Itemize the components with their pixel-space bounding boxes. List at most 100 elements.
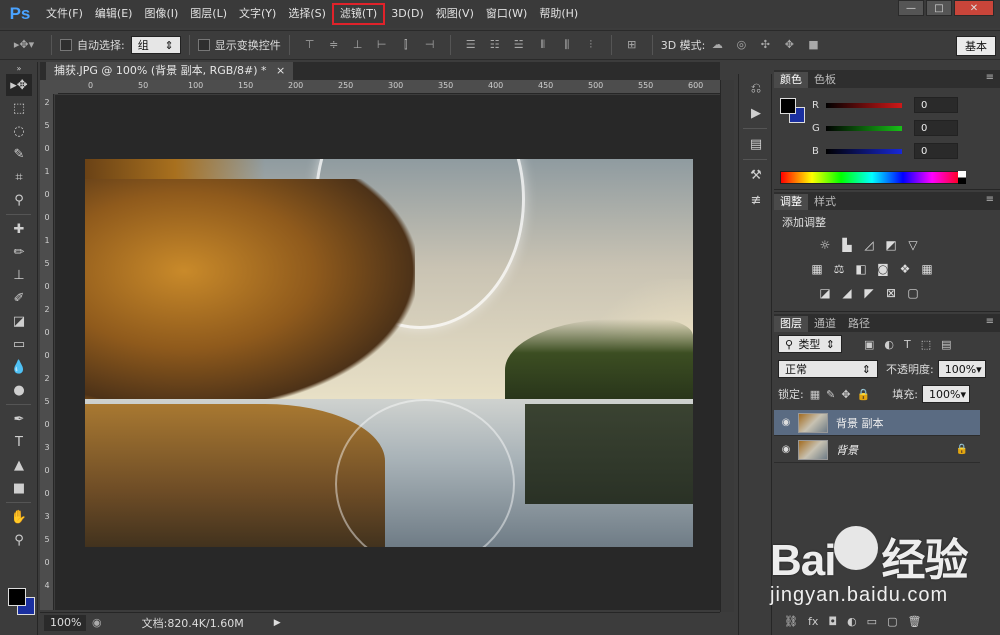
distribute-top-icon[interactable]: ☰ <box>464 38 478 52</box>
horizontal-ruler[interactable]: 0 50 100 150 200 250 300 350 400 450 500 550 600 <box>58 80 720 94</box>
panel-menu-icon[interactable]: ≡ <box>986 72 994 83</box>
pen-tool-icon[interactable]: ✒ <box>6 408 32 430</box>
menu-layer[interactable]: 图层(L) <box>184 3 233 25</box>
chevron-down-icon[interactable]: ▾ <box>976 363 982 376</box>
shape-filter-icon[interactable]: ⬚ <box>921 338 931 351</box>
align-bottom-icon[interactable]: ⊥ <box>351 38 365 52</box>
menu-select[interactable]: 选择(S) <box>282 3 332 25</box>
quick-select-tool-icon[interactable]: ✎ <box>6 143 32 165</box>
dodge-tool-icon[interactable]: ● <box>6 379 32 401</box>
red-value-field[interactable]: 0 <box>914 97 958 113</box>
vertical-ruler[interactable]: 2 5 0 1 0 0 1 5 0 2 0 0 2 5 0 3 0 0 3 5 0 4 <box>40 94 54 610</box>
curves-icon[interactable]: ◿ <box>860 236 878 254</box>
levels-icon[interactable]: ▙ <box>838 236 856 254</box>
type-filter-icon[interactable]: T <box>904 338 911 351</box>
eyedropper-tool-icon[interactable]: ⚲ <box>6 189 32 211</box>
auto-select-dropdown[interactable]: 组 ⇕ <box>130 36 181 54</box>
eraser-tool-icon[interactable]: ◪ <box>6 310 32 332</box>
menu-view[interactable]: 视图(V) <box>430 3 480 25</box>
tab-paths[interactable]: 路径 <box>842 316 876 332</box>
clone-stamp-tool-icon[interactable]: ⊥ <box>6 264 32 286</box>
color-lookup-icon[interactable]: ▦ <box>918 260 936 278</box>
actions-panel-icon[interactable]: ▶ <box>744 102 768 124</box>
color-spectrum-bar[interactable] <box>780 171 964 184</box>
gradient-tool-icon[interactable]: ▭ <box>6 333 32 355</box>
close-tab-icon[interactable]: × <box>276 64 285 77</box>
rotate-3d-icon[interactable]: ☁ <box>710 38 724 52</box>
opacity-field[interactable]: 100% ▾ <box>937 360 986 378</box>
align-top-icon[interactable]: ⊤ <box>303 38 317 52</box>
menu-help[interactable]: 帮助(H) <box>533 3 584 25</box>
history-brush-tool-icon[interactable]: ✐ <box>6 287 32 309</box>
layer-row-background[interactable]: ◉ 背景 🔒 <box>774 437 980 463</box>
minimize-button[interactable]: — <box>898 0 924 16</box>
blue-value-field[interactable]: 0 <box>914 143 958 159</box>
color-balance-icon[interactable]: ⚖ <box>830 260 848 278</box>
black-white-icon[interactable]: ◧ <box>852 260 870 278</box>
menu-window[interactable]: 窗口(W) <box>480 3 533 25</box>
panel-menu-icon[interactable]: ≡ <box>986 194 994 205</box>
tab-color[interactable]: 颜色 <box>774 72 808 88</box>
lasso-tool-icon[interactable]: ◌ <box>6 120 32 142</box>
distribute-bottom-icon[interactable]: ☱ <box>512 38 526 52</box>
tab-adjustments[interactable]: 调整 <box>774 194 808 210</box>
panel-menu-icon[interactable]: ≡ <box>986 316 994 327</box>
menu-type[interactable]: 文字(Y) <box>233 3 282 25</box>
roll-3d-icon[interactable]: ◎ <box>734 38 748 52</box>
drag-3d-icon[interactable]: ✣ <box>758 38 772 52</box>
selective-color-icon[interactable]: ▢ <box>904 284 922 302</box>
lock-position-icon[interactable]: ✥ <box>841 388 850 401</box>
exposure-icon[interactable]: ◩ <box>882 236 900 254</box>
color-foreground-swatch[interactable] <box>780 98 796 114</box>
tab-styles[interactable]: 样式 <box>808 194 842 210</box>
lock-all-icon[interactable]: 🔒 <box>857 388 871 401</box>
fill-field[interactable]: 100% ▾ <box>921 385 970 403</box>
posterize-icon[interactable]: ◢ <box>838 284 856 302</box>
move-tool-preset-icon[interactable]: ▸✥▾ <box>10 38 38 52</box>
hand-tool-icon[interactable]: ✋ <box>6 506 32 528</box>
brightness-icon[interactable]: ☼ <box>816 236 834 254</box>
lock-image-icon[interactable]: ✎ <box>826 388 835 401</box>
menu-file[interactable]: 文件(F) <box>40 3 89 25</box>
history-panel-icon[interactable]: ⎌ <box>744 77 768 99</box>
lock-transparent-icon[interactable]: ▦ <box>810 388 820 401</box>
align-left-icon[interactable]: ⊢ <box>375 38 389 52</box>
brush-tool-icon[interactable]: ✏ <box>6 241 32 263</box>
move-tool-icon[interactable]: ▸✥ <box>6 74 32 96</box>
vertical-scrollbar[interactable] <box>720 80 734 612</box>
adjustment-filter-icon[interactable]: ◐ <box>884 338 894 351</box>
tab-swatches[interactable]: 色板 <box>808 72 842 88</box>
status-info-icon[interactable]: ◉ <box>92 616 102 629</box>
blue-slider[interactable] <box>826 148 902 154</box>
eye-icon[interactable]: ◉ <box>774 417 798 428</box>
scale-3d-icon[interactable]: ■ <box>806 38 820 52</box>
green-value-field[interactable]: 0 <box>914 120 958 136</box>
blur-tool-icon[interactable]: 💧 <box>6 356 32 378</box>
marquee-tool-icon[interactable]: ⬚ <box>6 97 32 119</box>
ruler-origin[interactable] <box>40 80 58 94</box>
align-vcenter-icon[interactable]: ≑ <box>327 38 341 52</box>
healing-brush-tool-icon[interactable]: ✚ <box>6 218 32 240</box>
layer-filter-dropdown[interactable]: ⚲ 类型 ⇕ <box>778 335 842 353</box>
status-menu-arrow-icon[interactable]: ▶ <box>274 618 281 628</box>
slide-3d-icon[interactable]: ✥ <box>782 38 796 52</box>
show-transform-checkbox[interactable] <box>197 39 210 51</box>
maximize-button[interactable]: □ <box>926 0 952 16</box>
layer-name[interactable]: 背景 <box>836 442 858 458</box>
layer-name[interactable]: 背景 副本 <box>836 415 884 431</box>
green-slider[interactable] <box>826 125 902 131</box>
menu-filter[interactable]: 滤镜(T) <box>331 3 386 25</box>
eye-icon[interactable]: ◉ <box>774 444 798 455</box>
blend-mode-dropdown[interactable]: 正常 ⇕ <box>778 360 878 378</box>
distribute-hcenter-icon[interactable]: ⫼ <box>560 38 574 52</box>
menu-image[interactable]: 图像(I) <box>138 3 184 25</box>
path-select-tool-icon[interactable]: ▲ <box>6 454 32 476</box>
auto-select-checkbox[interactable] <box>60 39 72 51</box>
crop-tool-icon[interactable]: ⌗ <box>6 166 32 188</box>
red-slider[interactable] <box>826 102 902 108</box>
collapse-icon[interactable]: » <box>6 63 32 73</box>
brush-panel-icon[interactable]: ≢ <box>744 189 768 211</box>
chevron-down-icon[interactable]: ▾ <box>960 388 966 401</box>
properties-panel-icon[interactable]: ▤ <box>744 133 768 155</box>
foreground-color-swatch[interactable] <box>8 588 26 606</box>
